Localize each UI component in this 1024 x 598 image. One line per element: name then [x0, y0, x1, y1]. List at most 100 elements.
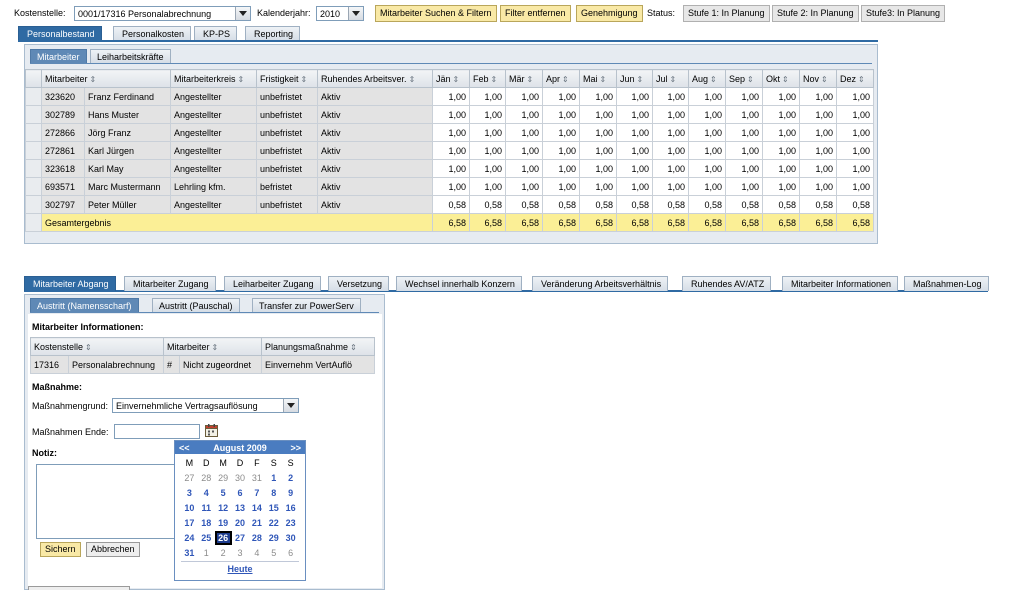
month-value[interactable]: 1,00 — [469, 105, 506, 124]
calendar-day-selected[interactable]: 26 — [214, 531, 232, 545]
month-value[interactable]: 1,00 — [836, 177, 874, 196]
chevron-down-icon[interactable] — [235, 7, 250, 20]
month-value[interactable]: 1,00 — [579, 141, 617, 160]
calendar-day[interactable]: 28 — [248, 531, 265, 545]
calendar-day[interactable]: 12 — [215, 501, 232, 515]
info-col-planungsmassnahme[interactable]: Planungsmaßnahme ⇕ — [261, 337, 376, 356]
col-aug[interactable]: Aug ⇕ — [688, 69, 726, 88]
month-value[interactable]: 1,00 — [688, 141, 726, 160]
remove-filter-button[interactable]: Filter entfernen — [500, 5, 571, 22]
calendar-day[interactable]: 6 — [232, 486, 249, 500]
month-value[interactable]: 0,58 — [469, 195, 506, 214]
month-value[interactable]: 1,00 — [542, 141, 580, 160]
month-value[interactable]: 1,00 — [542, 159, 580, 178]
calendar-day[interactable]: 28 — [198, 471, 215, 485]
panel-resize-handle[interactable] — [28, 586, 130, 590]
month-value[interactable]: 1,00 — [836, 159, 874, 178]
subtab-mitarbeiter[interactable]: Mitarbeiter — [30, 49, 87, 63]
calendar-day[interactable]: 5 — [215, 486, 232, 500]
month-value[interactable]: 1,00 — [616, 177, 653, 196]
month-value[interactable]: 1,00 — [725, 105, 763, 124]
month-value[interactable]: 1,00 — [432, 123, 470, 142]
month-value[interactable]: 1,00 — [836, 123, 874, 142]
month-value[interactable]: 1,00 — [469, 141, 506, 160]
table-row[interactable]: 302797 Peter Müller Angestellter unbefriste… — [25, 195, 874, 214]
calendar-day[interactable]: 18 — [198, 516, 215, 530]
massnahmengrund-select[interactable]: Einvernehmliche Vertragsauflösung — [112, 398, 299, 413]
month-value[interactable]: 1,00 — [688, 105, 726, 124]
month-value[interactable]: 1,00 — [579, 105, 617, 124]
month-value[interactable]: 0,58 — [688, 195, 726, 214]
stage-3-badge[interactable]: Stufe3: In Planung — [861, 5, 946, 22]
row-selector[interactable] — [25, 213, 42, 232]
month-value[interactable]: 0,58 — [762, 195, 800, 214]
table-row[interactable]: 323620 Franz Ferdinand Angestellter unbefri… — [25, 87, 874, 106]
row-selector[interactable] — [25, 159, 42, 178]
calendar-day[interactable]: 24 — [181, 531, 198, 545]
col-jul[interactable]: Jul ⇕ — [652, 69, 689, 88]
month-value[interactable]: 1,00 — [579, 177, 617, 196]
month-value[interactable]: 1,00 — [616, 105, 653, 124]
month-value[interactable]: 1,00 — [579, 123, 617, 142]
month-value[interactable]: 1,00 — [652, 177, 689, 196]
sort-icon[interactable]: ⇕ — [350, 343, 357, 352]
calendar-day[interactable]: 10 — [181, 501, 198, 515]
calendar-day[interactable]: 7 — [248, 486, 265, 500]
select-all-cell[interactable] — [25, 69, 42, 88]
table-row[interactable]: 693571 Marc Mustermann Lehrling kfm. befris… — [25, 177, 874, 196]
month-value[interactable]: 1,00 — [505, 105, 543, 124]
calendar-day[interactable]: 15 — [265, 501, 282, 515]
month-value[interactable]: 1,00 — [799, 87, 837, 106]
approval-button[interactable]: Genehmigung — [576, 5, 643, 22]
today-link[interactable]: Heute — [175, 564, 305, 574]
sort-icon[interactable]: ⇕ — [637, 75, 644, 84]
sort-icon[interactable]: ⇕ — [90, 75, 97, 84]
massnahmen-ende-input[interactable] — [114, 424, 200, 439]
month-value[interactable]: 1,00 — [432, 159, 470, 178]
month-value[interactable]: 0,58 — [579, 195, 617, 214]
month-value[interactable]: 1,00 — [799, 177, 837, 196]
chevron-down-icon[interactable] — [348, 7, 363, 20]
subtab-transfer-powerserv[interactable]: Transfer zur PowerServ — [252, 298, 361, 312]
calendar-day[interactable]: 30 — [282, 531, 299, 545]
sort-icon[interactable]: ⇕ — [821, 75, 828, 84]
row-selector[interactable] — [25, 141, 42, 160]
month-value[interactable]: 1,00 — [762, 177, 800, 196]
month-value[interactable]: 1,00 — [725, 141, 763, 160]
col-feb[interactable]: Feb ⇕ — [469, 69, 506, 88]
month-value[interactable]: 1,00 — [505, 159, 543, 178]
tab-reporting[interactable]: Reporting — [245, 26, 301, 41]
tab-personalbestand[interactable]: Personalbestand — [18, 26, 102, 41]
cancel-button[interactable]: Abbrechen — [86, 542, 140, 557]
col-nov[interactable]: Nov ⇕ — [799, 69, 837, 88]
calendar-day[interactable]: 16 — [282, 501, 299, 515]
month-value[interactable]: 1,00 — [799, 123, 837, 142]
month-value[interactable]: 1,00 — [616, 159, 653, 178]
subtab-austritt-pauschal[interactable]: Austritt (Pauschal) — [152, 298, 240, 312]
month-value[interactable]: 1,00 — [469, 87, 506, 106]
month-value[interactable]: 1,00 — [616, 141, 653, 160]
col-apr[interactable]: Apr ⇕ — [542, 69, 580, 88]
tab-kp-ps[interactable]: KP-PS — [194, 26, 238, 41]
subtab-austritt-namensscharf[interactable]: Austritt (Namensscharf) — [30, 298, 139, 312]
row-selector[interactable] — [25, 195, 42, 214]
month-value[interactable]: 1,00 — [799, 105, 837, 124]
notiz-textarea[interactable] — [36, 464, 176, 539]
month-value[interactable]: 1,00 — [616, 123, 653, 142]
calendar-day[interactable]: 27 — [232, 531, 249, 545]
sort-icon[interactable]: ⇕ — [670, 75, 677, 84]
calendar-day[interactable]: 29 — [265, 531, 282, 545]
col-ruhendes-arbeitsverhaeltnis[interactable]: Ruhendes Arbeitsver. ⇕ — [317, 69, 433, 88]
cost-center-select[interactable]: 0001/17316 Personalabrechnung — [74, 6, 251, 21]
calendar-day[interactable]: 31 — [248, 471, 265, 485]
sort-icon[interactable]: ⇕ — [600, 75, 607, 84]
calendar-day[interactable]: 23 — [282, 516, 299, 530]
prev-month-button[interactable]: << — [179, 443, 190, 453]
calendar-day[interactable]: 3 — [181, 486, 198, 500]
calendar-day[interactable]: 11 — [198, 501, 215, 515]
next-month-button[interactable]: >> — [290, 443, 301, 453]
month-value[interactable]: 1,00 — [762, 105, 800, 124]
tab-ruhendes-av[interactable]: Ruhendes AV/ATZ — [682, 276, 772, 291]
table-row[interactable]: 302789 Hans Muster Angestellter unbefristet… — [25, 105, 874, 124]
month-value[interactable]: 1,00 — [469, 159, 506, 178]
